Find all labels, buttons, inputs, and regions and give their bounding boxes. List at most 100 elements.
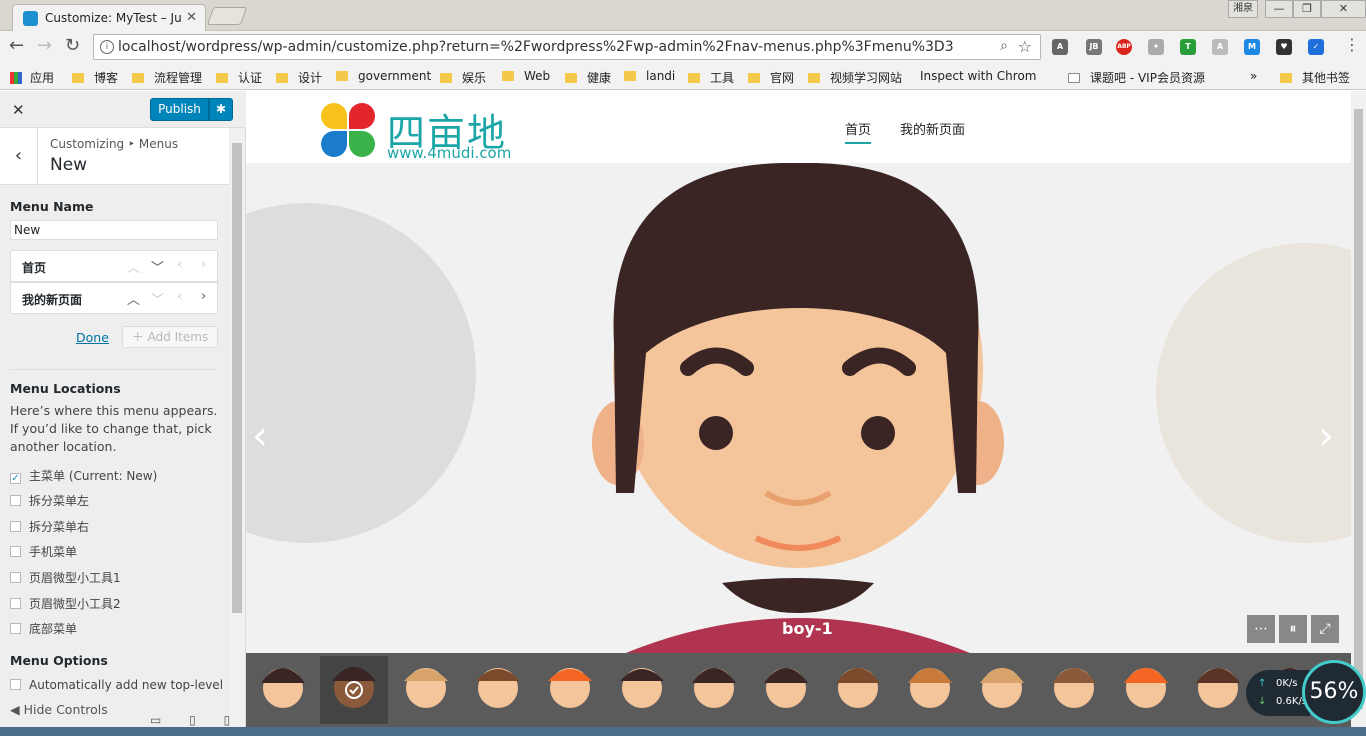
search-icon[interactable]: ⌕ [1000,38,1008,54]
checkbox-icon[interactable] [10,521,21,532]
checkbox-icon[interactable] [10,623,21,634]
logo-petal-icon [321,103,347,129]
location-checkbox[interactable]: 拆分菜单右 [10,518,89,535]
done-link[interactable]: Done [76,330,109,345]
publish-button[interactable]: Publish [150,98,209,121]
extension-angular-icon[interactable]: A [1052,39,1068,55]
preview-scrollbar[interactable] [1351,91,1366,736]
url-text: localhost/wordpress/wp-admin/customize.p… [118,39,954,55]
location-checkbox[interactable]: 底部菜单 [10,620,77,637]
desktop-icon[interactable]: ▭ [150,713,161,727]
bookmark-folder[interactable]: 博客 [72,69,118,86]
nav-new-page[interactable]: 我的新页面 [900,119,965,138]
folder-icon [336,71,348,81]
fullscreen-icon[interactable]: ⤢ [1311,615,1339,643]
extension-shield-blue-icon[interactable]: ✓ [1308,39,1324,55]
reload-icon[interactable]: ↻ [65,35,80,56]
bookmark-folder[interactable]: 其他书签 [1280,69,1350,86]
memory-gauge[interactable]: 56% [1302,660,1366,724]
bookmark-star-icon[interactable]: ☆ [1018,37,1032,56]
extension-a-icon[interactable]: A [1212,39,1228,55]
bookmark-folder[interactable]: 认证 [216,69,262,86]
bookmark-link[interactable]: Inspect with Chrom [920,69,1036,83]
thumbnails-toggle-icon[interactable]: ⋯ [1247,615,1275,643]
menu-name-input[interactable]: New [10,220,218,240]
auto-add-checkbox[interactable]: Automatically add new top-level [10,678,223,692]
forward-arrow-icon[interactable]: → [37,35,52,56]
menu-icon[interactable]: ⋮ [1344,35,1360,54]
customizer-header: ✕ Publish ✱ [0,91,246,128]
checkbox-icon[interactable] [10,546,21,557]
move-right-icon[interactable]: › [201,289,206,304]
bookmark-folder[interactable]: 工具 [688,69,734,86]
mobile-icon[interactable]: ▯ [224,713,231,727]
move-left-icon[interactable]: ‹ [177,257,182,272]
move-up-icon[interactable]: ︿ [127,289,140,308]
checkbox-checked-icon[interactable]: ✓ [10,473,21,484]
pocket-icon[interactable]: ♥ [1276,39,1292,55]
extension-shield-icon[interactable]: ✦ [1148,39,1164,55]
avatar-thumbnails[interactable] [246,653,1351,736]
checkbox-icon[interactable] [10,495,21,506]
maximize-button[interactable]: ❐ [1293,0,1321,18]
bookmark-apps[interactable]: 应用 [10,69,54,86]
minimize-button[interactable]: — [1265,0,1293,18]
move-down-icon[interactable]: ﹀ [151,257,164,276]
folder-icon [440,73,452,83]
checkbox-icon[interactable] [10,572,21,583]
slider-prev-arrow-icon[interactable]: ‹ [252,413,268,459]
bookmark-folder[interactable]: 健康 [565,69,611,86]
tablet-icon[interactable]: ▯ [189,713,196,727]
extension-jb-icon[interactable]: JB [1086,39,1102,55]
bookmark-folder[interactable]: 视频学习网站 [808,69,902,86]
gear-icon[interactable]: ✱ [209,98,233,121]
location-checkbox[interactable]: 拆分菜单左 [10,492,89,509]
bookmark-folder[interactable]: government [336,69,431,83]
locations-description: Here’s where this menu appears. If you’d… [10,403,218,454]
address-bar[interactable]: i localhost/wordpress/wp-admin/customize… [93,34,1041,60]
folder-icon [688,73,700,83]
bookmark-folder[interactable]: Web [502,69,550,83]
bookmark-folder[interactable]: 官网 [748,69,794,86]
sidebar-scrollbar[interactable] [230,128,244,736]
slider-next-arrow-icon[interactable]: › [1318,413,1334,459]
move-right-icon[interactable]: › [201,257,206,272]
tab-close-icon[interactable]: ✕ [186,10,197,25]
back-arrow-icon[interactable]: ← [9,35,24,56]
add-items-button[interactable]: ＋ Add Items [122,326,218,348]
bookmark-folder[interactable]: 设计 [276,69,322,86]
close-window-button[interactable]: ✕ [1321,0,1366,18]
pause-icon[interactable]: ⏸ [1279,615,1307,643]
location-checkbox[interactable]: 手机菜单 [10,543,77,560]
bookmark-folder[interactable]: 流程管理 [132,69,202,86]
preview-scroll-thumb[interactable] [1354,109,1363,709]
scroll-thumb[interactable] [232,143,242,613]
adblock-icon[interactable]: ABP [1116,39,1132,55]
extension-t-icon[interactable]: T [1180,39,1196,55]
menu-item[interactable]: 首页 ︿ ﹀ ‹ › [10,250,218,282]
logo-petal-icon [321,131,347,157]
close-icon[interactable]: ✕ [12,101,25,119]
nav-home[interactable]: 首页 [845,119,872,144]
bookmark-link[interactable]: 课题吧 - VIP会员资源 [1068,69,1205,86]
move-up-icon[interactable]: ︿ [127,257,140,276]
hide-controls-button[interactable]: ◀ Hide Controls [10,702,108,717]
folder-icon [72,73,84,83]
browser-tab[interactable]: Customize: MyTest – Ju ✕ [12,4,206,31]
new-tab-button[interactable] [206,7,248,25]
extension-m-icon[interactable]: M [1244,39,1260,55]
location-checkbox[interactable]: 页眉微型小工具2 [10,595,121,612]
move-left-icon[interactable]: ‹ [177,289,182,304]
menu-item[interactable]: 我的新页面 ︿ ﹀ ‹ › [10,282,218,314]
location-checkbox[interactable]: 页眉微型小工具1 [10,569,121,586]
checkbox-icon[interactable] [10,598,21,609]
back-chevron-icon[interactable]: ‹ [0,128,38,185]
info-icon[interactable]: i [100,40,114,54]
checkbox-icon[interactable] [10,679,21,690]
site-logo[interactable]: 四亩地 www.4mudi.com [321,100,521,162]
bookmarks-overflow-icon[interactable]: » [1250,69,1257,83]
move-down-icon[interactable]: ﹀ [151,289,164,308]
bookmark-folder[interactable]: 娱乐 [440,69,486,86]
bookmark-folder[interactable]: landi [624,69,675,83]
location-checkbox[interactable]: ✓ 主菜单 (Current: New) [10,467,157,484]
